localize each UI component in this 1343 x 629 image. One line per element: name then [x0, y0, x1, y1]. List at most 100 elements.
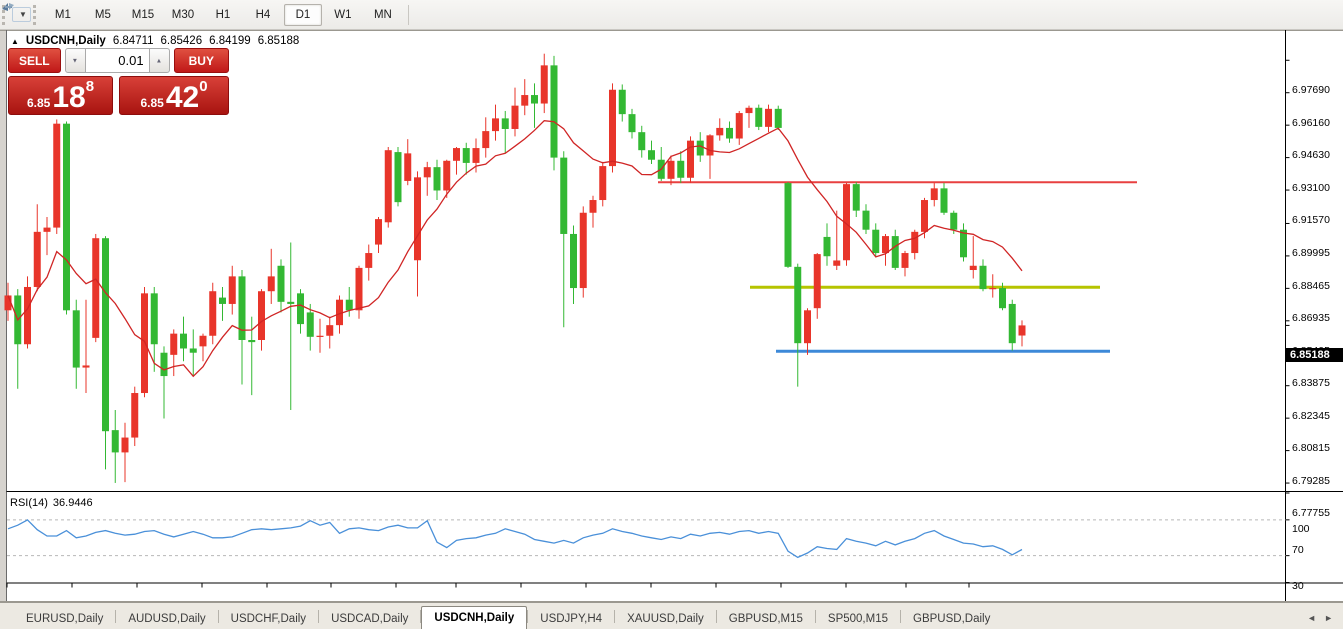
- tab-gbpusd-m15[interactable]: GBPUSD,M15: [717, 609, 815, 629]
- volume-input[interactable]: [86, 48, 149, 73]
- tab-usdcnh-daily[interactable]: USDCNH,Daily: [421, 606, 527, 629]
- timeframe-button-m1[interactable]: M1: [44, 4, 82, 26]
- candle-body: [580, 213, 587, 288]
- volume-decrease-button[interactable]: ▼: [65, 48, 86, 73]
- candle-body: [112, 430, 119, 452]
- chevron-up-icon: ▲: [156, 57, 162, 64]
- rsi-axis-label: 70: [1292, 544, 1304, 556]
- candle-body: [814, 254, 821, 308]
- candle-body: [434, 167, 441, 190]
- tab-gbpusd-daily[interactable]: GBPUSD,Daily: [901, 609, 1002, 629]
- tab-scroll-left-icon[interactable]: ◄: [1307, 613, 1316, 623]
- chart-tabs: EURUSD,DailyAUDUSD,DailyUSDCHF,DailyUSDC…: [0, 603, 1307, 629]
- candle-body: [629, 114, 636, 132]
- candle-body: [190, 348, 197, 352]
- price-axis-label: 6.91570: [1292, 214, 1330, 226]
- pane-splitter[interactable]: [6, 520, 1285, 524]
- collapse-icon[interactable]: ▲: [11, 37, 19, 46]
- timeframe-button-h1[interactable]: H1: [204, 4, 242, 26]
- candle-body: [999, 288, 1006, 308]
- candle-body: [453, 148, 460, 161]
- candle-body: [941, 188, 948, 212]
- timeframe-button-m30[interactable]: M30: [164, 4, 202, 26]
- candle-body: [599, 166, 606, 200]
- candle-body: [892, 236, 899, 268]
- volume-stepper: ▼ ▲: [65, 48, 170, 73]
- candle-body: [775, 109, 782, 128]
- price-axis-label: 6.97690: [1292, 84, 1330, 96]
- price-axis-label: 6.79285: [1292, 475, 1330, 487]
- tab-usdjpy-h4[interactable]: USDJPY,H4: [528, 609, 614, 629]
- chart-title: ▲ USDCNH,Daily 6.84711 6.85426 6.84199 6…: [11, 35, 299, 47]
- candle-body: [219, 298, 226, 304]
- chart-canvas[interactable]: [0, 30, 1343, 602]
- candle-body: [794, 267, 801, 343]
- sell-price-small: 6.85: [27, 96, 50, 110]
- tab-usdchf-daily[interactable]: USDCHF,Daily: [219, 609, 318, 629]
- candle-body: [73, 310, 80, 367]
- candle-body: [482, 131, 489, 148]
- one-click-trading-panel: SELL ▼ ▲ BUY 6.85 18 8 6.85 42 0: [8, 48, 229, 115]
- moving-average-line: [8, 121, 1022, 377]
- candle-body: [755, 108, 762, 127]
- candle-body: [541, 65, 548, 103]
- timeframe-button-h4[interactable]: H4: [244, 4, 282, 26]
- sell-price-display[interactable]: 6.85 18 8: [8, 76, 113, 115]
- rsi-axis-label: 30: [1292, 580, 1304, 592]
- toolbar-grip[interactable]: [33, 5, 39, 25]
- high-value: 6.85426: [161, 35, 203, 47]
- timeframe-button-m15[interactable]: M15: [124, 4, 162, 26]
- timeframe-button-w1[interactable]: W1: [324, 4, 362, 26]
- candle-body: [736, 113, 743, 138]
- tab-scroll-right-icon[interactable]: ►: [1324, 613, 1333, 623]
- candle-body: [1009, 304, 1016, 343]
- candle-body: [414, 177, 421, 260]
- candle-body: [53, 124, 60, 228]
- candle-body: [512, 106, 519, 129]
- candle-body: [853, 184, 860, 211]
- candle-body: [278, 266, 285, 302]
- candle-body: [473, 148, 480, 163]
- tab-xauusd-daily[interactable]: XAUUSD,Daily: [615, 609, 716, 629]
- tab-usdcad-daily[interactable]: USDCAD,Daily: [319, 609, 420, 629]
- timeframe-button-d1[interactable]: D1: [284, 4, 322, 26]
- candle-body: [180, 334, 187, 349]
- candle-body: [24, 287, 31, 344]
- candle-body: [365, 253, 372, 268]
- candle-body: [287, 302, 294, 304]
- timeframe-button-mn[interactable]: MN: [364, 4, 402, 26]
- candle-body: [297, 293, 304, 324]
- candle-body: [326, 325, 333, 336]
- price-axis-label: 6.94630: [1292, 149, 1330, 161]
- chart-tab-bar: EURUSD,DailyAUDUSD,DailyUSDCHF,DailyUSDC…: [0, 602, 1343, 629]
- candle-body: [248, 340, 255, 342]
- candle-body: [609, 90, 616, 166]
- tab-sp500-m15[interactable]: SP500,M15: [816, 609, 900, 629]
- buy-price-big: 42: [166, 83, 199, 113]
- swap-arrows-icon[interactable]: ▼: [12, 7, 31, 22]
- candle-body: [258, 291, 265, 340]
- volume-increase-button[interactable]: ▲: [149, 48, 170, 73]
- candle-body: [356, 268, 363, 310]
- tab-audusd-daily[interactable]: AUDUSD,Daily: [116, 609, 217, 629]
- price-axis-label: 6.96160: [1292, 117, 1330, 129]
- candle-body: [921, 200, 928, 232]
- candle-body: [209, 291, 216, 336]
- candle-body: [970, 266, 977, 270]
- candle-body: [122, 438, 129, 453]
- buy-price-display[interactable]: 6.85 42 0: [119, 76, 229, 115]
- candle-body: [385, 150, 392, 222]
- candle-body: [34, 232, 41, 287]
- candle-body: [63, 124, 70, 311]
- buy-button[interactable]: BUY: [174, 48, 229, 73]
- timeframe-button-m5[interactable]: M5: [84, 4, 122, 26]
- candle-body: [463, 148, 470, 163]
- candle-body: [785, 183, 792, 267]
- sell-button[interactable]: SELL: [8, 48, 61, 73]
- candle-body: [824, 237, 831, 256]
- tab-eurusd-daily[interactable]: EURUSD,Daily: [14, 609, 115, 629]
- candle-body: [980, 266, 987, 289]
- candle-body: [590, 200, 597, 213]
- candle-body: [307, 312, 314, 336]
- candle-body: [648, 150, 655, 160]
